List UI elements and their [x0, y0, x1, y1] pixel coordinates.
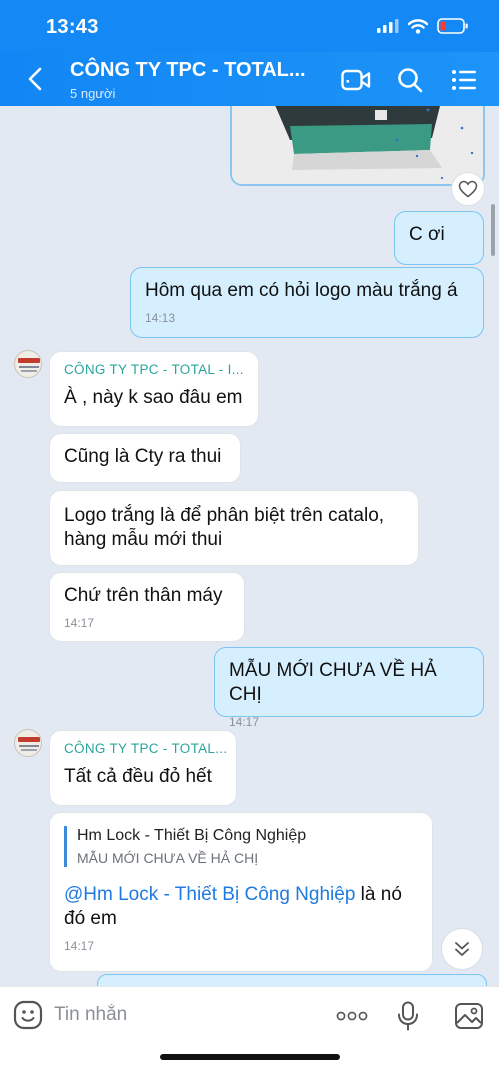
composer-bar — [0, 986, 499, 1080]
member-count: 5 người — [70, 86, 116, 101]
message-text: Hôm qua em có hỏi logo màu trắng á — [145, 280, 458, 301]
microphone-icon — [398, 1001, 418, 1031]
mention-link[interactable]: @Hm Lock - Thiết Bị Công Nghiệp — [64, 884, 355, 905]
message-bubble[interactable]: C ơi — [394, 211, 484, 265]
message-text: C ơi — [409, 224, 445, 245]
menu-button[interactable] — [448, 64, 480, 96]
quoted-text: MẪU MỚI CHƯA VỀ HẢ CHỊ — [77, 850, 259, 866]
chevron-left-icon — [28, 67, 42, 91]
emoji-button[interactable] — [12, 999, 44, 1031]
scroll-to-bottom-button[interactable] — [441, 928, 483, 970]
message-bubble[interactable]: Cũng là Cty ra thui — [49, 433, 241, 483]
emoji-icon — [13, 1000, 43, 1030]
search-button[interactable] — [394, 64, 426, 96]
quoted-message[interactable]: Hm Lock - Thiết Bị Công Nghiệp MẪU MỚI C… — [64, 826, 418, 867]
message-text: Chứ trên thân máy — [64, 585, 223, 606]
sender-avatar[interactable] — [14, 350, 42, 378]
message-bubble[interactable] — [97, 974, 487, 986]
message-text: hàng mẫu mới thui — [64, 529, 223, 550]
message-bubble[interactable]: Chứ trên thân máy 14:17 — [49, 572, 245, 642]
video-call-icon — [341, 69, 371, 91]
message-text: À , này k sao đâu em — [64, 387, 243, 408]
product-photo — [232, 106, 483, 184]
image-message[interactable] — [230, 106, 485, 186]
message-text: Cũng là Cty ra thui — [64, 446, 222, 467]
video-call-button[interactable] — [340, 64, 372, 96]
message-bubble[interactable]: MẪU MỚI CHƯA VỀ HẢ CHỊ 14:17 — [214, 647, 484, 729]
sender-name: CÔNG TY TPC - TOTAL... — [64, 741, 228, 756]
wifi-icon — [408, 18, 428, 34]
signal-icon — [377, 19, 399, 33]
message-time: 14:13 — [145, 311, 176, 325]
image-icon — [455, 1003, 483, 1029]
sender-avatar[interactable] — [14, 729, 42, 757]
back-button[interactable] — [18, 62, 52, 96]
reply-message-bubble[interactable]: Hm Lock - Thiết Bị Công Nghiệp MẪU MỚI C… — [49, 812, 433, 972]
sender-name: CÔNG TY TPC - TOTAL - I... — [64, 362, 244, 377]
message-time: 14:17 — [229, 715, 260, 729]
chat-header: CÔNG TY TPC - TOTAL... 5 người — [0, 52, 499, 106]
list-menu-icon — [452, 70, 476, 90]
message-text: Logo trắng là để phân biệt trên catalo, — [64, 505, 385, 526]
quoted-sender: Hm Lock - Thiết Bị Công Nghiệp — [77, 827, 307, 844]
react-button[interactable] — [451, 172, 485, 206]
message-input[interactable] — [54, 1000, 314, 1030]
status-bar: 13:43 — [0, 0, 499, 52]
message-time: 14:17 — [64, 939, 95, 953]
message-text: MẪU MỚI CHƯA VỀ HẢ CHỊ — [229, 660, 437, 705]
scrollbar[interactable] — [491, 204, 495, 256]
message-time: 14:17 — [64, 616, 95, 630]
message-text: Tất cả đều đỏ hết — [64, 766, 212, 787]
voice-button[interactable] — [391, 999, 425, 1033]
message-bubble[interactable]: CÔNG TY TPC - TOTAL... Tất cả đều đỏ hết — [49, 730, 237, 806]
double-chevron-down-icon — [455, 942, 469, 956]
status-time: 13:43 — [46, 16, 99, 38]
message-bubble[interactable]: CÔNG TY TPC - TOTAL - I... À , này k sao… — [49, 351, 259, 427]
status-icons — [377, 18, 469, 34]
more-dots-icon — [336, 1011, 368, 1021]
message-list[interactable]: C ơi Hôm qua em có hỏi logo màu trắng á … — [0, 106, 499, 986]
conversation-title[interactable]: CÔNG TY TPC - TOTAL... — [70, 59, 306, 82]
message-bubble[interactable]: Hôm qua em có hỏi logo màu trắng á 14:13 — [130, 267, 484, 338]
battery-icon — [437, 18, 468, 34]
message-text: đó em — [64, 908, 117, 929]
image-picker-button[interactable] — [452, 999, 486, 1033]
home-indicator[interactable] — [160, 1054, 340, 1060]
message-bubble[interactable]: Logo trắng là để phân biệt trên catalo, … — [49, 490, 419, 566]
search-icon — [398, 68, 423, 93]
heart-icon — [458, 180, 478, 198]
message-text: là nó — [355, 884, 402, 905]
more-options-button[interactable] — [335, 999, 369, 1033]
